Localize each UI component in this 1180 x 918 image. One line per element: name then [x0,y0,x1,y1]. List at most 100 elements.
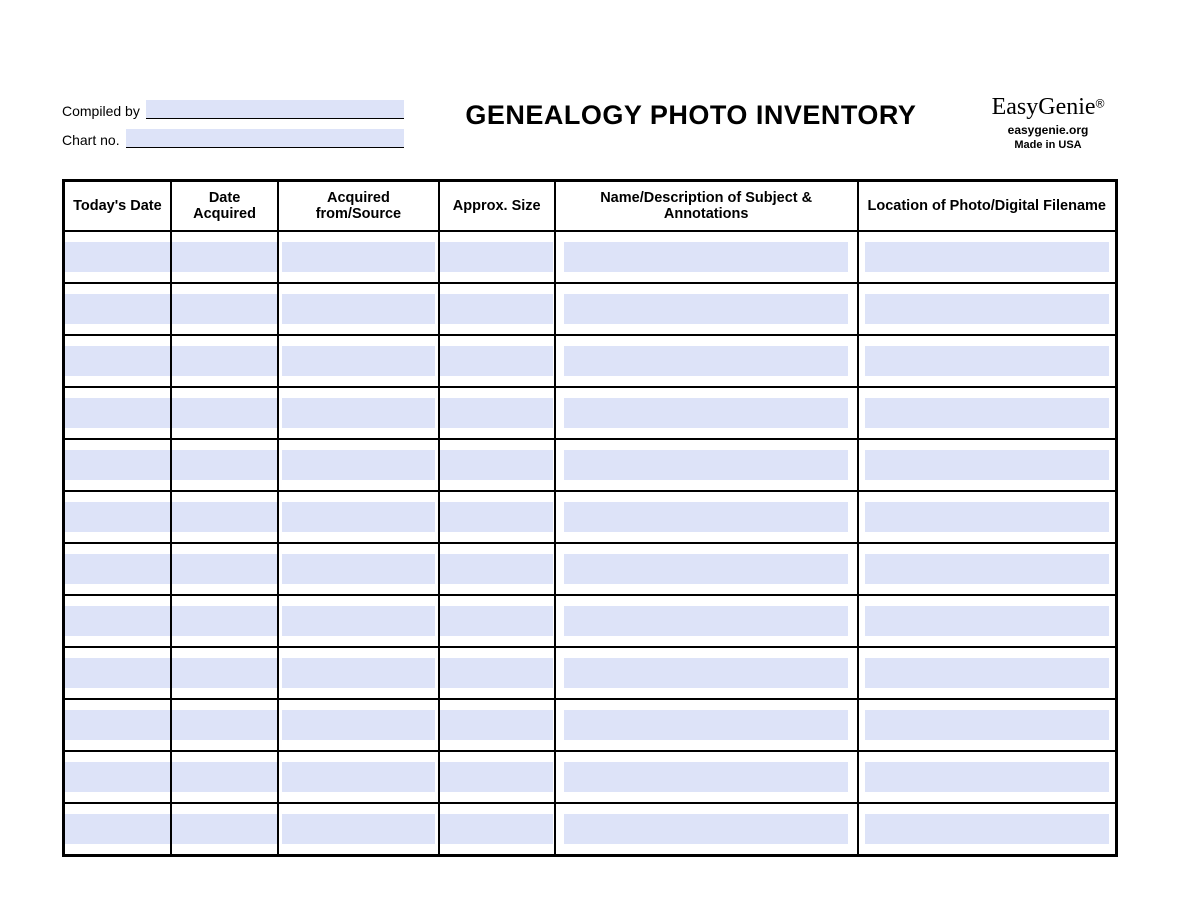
input-desc[interactable] [564,502,849,532]
input-acquired[interactable] [172,398,277,428]
input-date[interactable] [65,710,169,740]
input-source[interactable] [282,294,436,324]
input-acquired[interactable] [172,294,277,324]
input-source[interactable] [282,502,436,532]
input-acquired[interactable] [172,814,277,844]
input-date[interactable] [65,294,169,324]
header: Compiled by Chart no. GENEALOGY PHOTO IN… [62,60,1118,151]
input-loc[interactable] [865,450,1109,480]
input-loc[interactable] [865,762,1109,792]
input-loc[interactable] [865,294,1109,324]
input-desc[interactable] [564,762,849,792]
input-desc[interactable] [564,242,849,272]
input-acquired[interactable] [172,762,277,792]
input-loc[interactable] [865,710,1109,740]
cell-loc [858,439,1117,491]
input-desc[interactable] [564,710,849,740]
input-size[interactable] [440,294,553,324]
input-loc[interactable] [865,814,1109,844]
input-date[interactable] [65,814,169,844]
input-size[interactable] [440,502,553,532]
table-row [64,491,1117,543]
input-size[interactable] [440,814,553,844]
input-source[interactable] [282,710,436,740]
table-header-row: Today's Date Date Acquired Acquired from… [64,181,1117,232]
table-row [64,335,1117,387]
input-source[interactable] [282,450,436,480]
cell-date [64,647,171,699]
input-loc[interactable] [865,554,1109,584]
input-acquired[interactable] [172,554,277,584]
input-acquired[interactable] [172,606,277,636]
input-desc[interactable] [564,398,849,428]
input-source[interactable] [282,346,436,376]
cell-desc [555,491,858,543]
input-date[interactable] [65,242,169,272]
chart-no-input[interactable] [126,129,404,148]
input-desc[interactable] [564,554,849,584]
cell-size [439,439,555,491]
input-desc[interactable] [564,450,849,480]
input-desc[interactable] [564,346,849,376]
input-loc[interactable] [865,502,1109,532]
cell-loc [858,231,1117,283]
compiled-by-input[interactable] [146,100,404,119]
input-desc[interactable] [564,606,849,636]
input-acquired[interactable] [172,346,277,376]
input-acquired[interactable] [172,450,277,480]
input-size[interactable] [440,710,553,740]
input-date[interactable] [65,658,169,688]
brand-name-line: EasyGenie® [978,94,1118,121]
input-source[interactable] [282,554,436,584]
input-source[interactable] [282,606,436,636]
cell-acquired [171,595,278,647]
cell-source [278,491,438,543]
input-size[interactable] [440,242,553,272]
input-date[interactable] [65,606,169,636]
input-source[interactable] [282,242,436,272]
input-size[interactable] [440,450,553,480]
compiled-by-label: Compiled by [62,103,140,119]
input-size[interactable] [440,346,553,376]
input-size[interactable] [440,606,553,636]
cell-source [278,283,438,335]
input-acquired[interactable] [172,242,277,272]
cell-desc [555,387,858,439]
input-size[interactable] [440,554,553,584]
cell-loc [858,751,1117,803]
input-desc[interactable] [564,814,849,844]
table-row [64,283,1117,335]
input-source[interactable] [282,814,436,844]
input-date[interactable] [65,502,169,532]
input-date[interactable] [65,450,169,480]
input-desc[interactable] [564,658,849,688]
header-fields: Compiled by Chart no. [62,100,404,148]
table-row [64,387,1117,439]
cell-loc [858,803,1117,856]
cell-acquired [171,803,278,856]
input-source[interactable] [282,762,436,792]
input-loc[interactable] [865,606,1109,636]
input-date[interactable] [65,346,169,376]
input-size[interactable] [440,762,553,792]
cell-date [64,751,171,803]
col-header-size: Approx. Size [439,181,555,232]
brand-block: EasyGenie® easygenie.org Made in USA [978,94,1118,151]
input-source[interactable] [282,658,436,688]
input-size[interactable] [440,398,553,428]
input-date[interactable] [65,762,169,792]
input-date[interactable] [65,398,169,428]
chart-no-label: Chart no. [62,132,120,148]
input-acquired[interactable] [172,658,277,688]
input-acquired[interactable] [172,502,277,532]
input-date[interactable] [65,554,169,584]
input-acquired[interactable] [172,710,277,740]
brand-registered: ® [1096,97,1105,111]
input-loc[interactable] [865,658,1109,688]
input-loc[interactable] [865,242,1109,272]
input-loc[interactable] [865,346,1109,376]
input-size[interactable] [440,658,553,688]
input-desc[interactable] [564,294,849,324]
input-source[interactable] [282,398,436,428]
input-loc[interactable] [865,398,1109,428]
